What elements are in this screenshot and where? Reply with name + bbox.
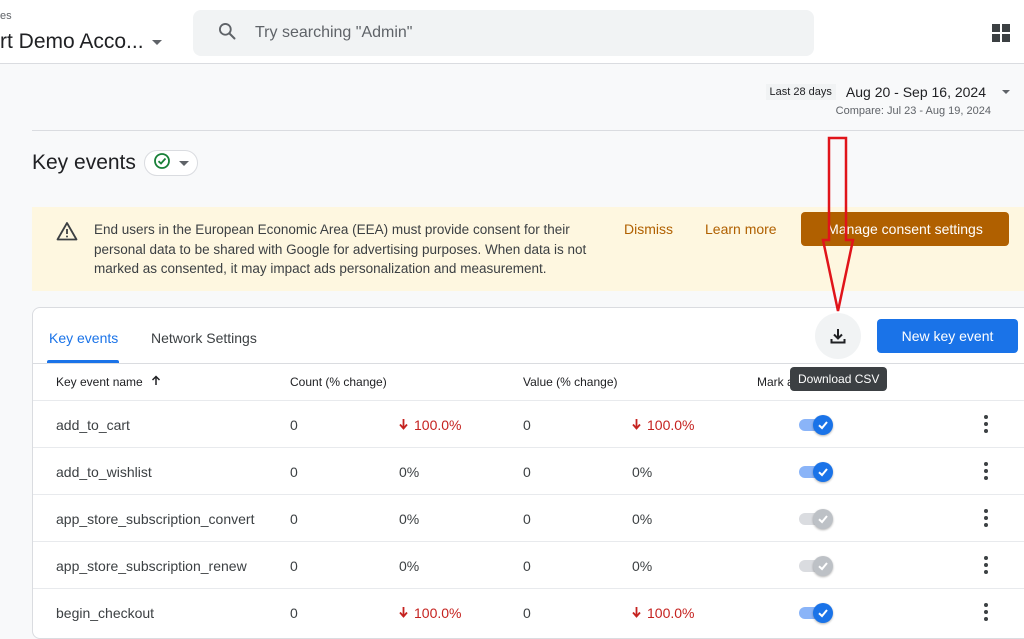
value-value: 0 <box>523 511 531 527</box>
event-name[interactable]: begin_checkout <box>56 605 154 621</box>
date-preset: Last 28 days <box>765 84 836 100</box>
compare-range: Compare: Jul 23 - Aug 19, 2024 <box>835 105 991 117</box>
count-value: 0 <box>290 511 298 527</box>
page-title: Key events <box>32 151 136 174</box>
count-change: 100.0% <box>399 417 461 433</box>
manage-consent-button[interactable]: Manage consent settings <box>801 212 1009 246</box>
check-icon <box>818 468 828 477</box>
count-value: 0 <box>290 558 298 574</box>
more-vert-icon[interactable] <box>983 556 989 574</box>
learn-more-button[interactable]: Learn more <box>705 221 777 237</box>
table-row[interactable]: add_to_cart 0 100.0% 0 100.0% <box>33 400 1024 448</box>
table-row[interactable]: app_store_subscription_convert 0 0% 0 0% <box>33 494 1024 542</box>
arrow-down-icon <box>632 605 641 621</box>
new-key-event-button[interactable]: New key event <box>877 319 1018 353</box>
count-change: 0% <box>399 511 419 527</box>
tab-network-settings[interactable]: Network Settings <box>151 330 257 346</box>
count-value: 0 <box>290 417 298 433</box>
value-change-text: 0% <box>632 511 653 527</box>
value-change-text: 0% <box>632 464 653 480</box>
count-value: 0 <box>290 464 298 480</box>
account-selector[interactable]: rt Demo Acco... <box>0 30 162 54</box>
account-name: rt Demo Acco... <box>0 30 144 53</box>
value-change-text: 100.0% <box>647 605 695 621</box>
count-change: 0% <box>399 464 419 480</box>
table-row[interactable]: begin_checkout 0 100.0% 0 100.0% <box>33 588 1024 636</box>
banner-text: End users in the European Economic Area … <box>94 222 587 276</box>
count-change-text: 0% <box>399 558 420 574</box>
count-change: 100.0% <box>399 605 461 621</box>
mark-as-key-event-toggle[interactable] <box>799 556 835 576</box>
search-input[interactable] <box>253 23 777 43</box>
count-change-text: 0% <box>399 511 420 527</box>
chevron-down-icon <box>1002 90 1010 94</box>
download-csv-tooltip: Download CSV <box>790 367 888 391</box>
more-vert-icon[interactable] <box>983 415 989 433</box>
check-icon <box>818 421 828 430</box>
arrow-up-icon <box>151 375 161 389</box>
mark-as-key-event-toggle[interactable] <box>799 603 835 623</box>
dismiss-button[interactable]: Dismiss <box>624 221 673 237</box>
value-change: 0% <box>632 511 652 527</box>
divider <box>33 363 1024 364</box>
count-change-text: 100.0% <box>414 605 462 621</box>
date-range-value: Aug 20 - Sep 16, 2024 <box>845 84 986 100</box>
status-dropdown[interactable] <box>143 150 198 176</box>
value-change: 100.0% <box>632 605 694 621</box>
download-csv-button[interactable] <box>815 313 861 359</box>
mark-as-key-event-toggle[interactable] <box>799 415 835 435</box>
mark-as-key-event-toggle[interactable] <box>799 462 835 482</box>
arrow-down-icon <box>399 605 408 621</box>
value-change-text: 0% <box>632 558 653 574</box>
more-vert-icon[interactable] <box>983 462 989 480</box>
table-row[interactable]: app_store_subscription_renew 0 0% 0 0% <box>33 541 1024 589</box>
arrow-down-icon <box>399 417 408 433</box>
property-label: es <box>0 10 12 22</box>
count-value: 0 <box>290 605 298 621</box>
event-name[interactable]: app_store_subscription_renew <box>56 558 247 574</box>
check-icon <box>818 609 828 618</box>
value-change: 0% <box>632 558 652 574</box>
check-icon <box>818 515 828 524</box>
event-name[interactable]: add_to_cart <box>56 417 130 433</box>
search-icon <box>217 21 237 46</box>
key-events-card: Key events Network Settings New key even… <box>32 307 1024 639</box>
event-name[interactable]: app_store_subscription_convert <box>56 511 254 527</box>
column-header-mark[interactable]: Mark a <box>757 375 794 389</box>
more-vert-icon[interactable] <box>983 509 989 527</box>
caret-down-icon <box>178 160 189 166</box>
value-change: 100.0% <box>632 417 694 433</box>
page-header: Key events <box>32 150 198 176</box>
value-change: 0% <box>632 464 652 480</box>
column-header-label: Key event name <box>56 375 143 389</box>
value-value: 0 <box>523 417 531 433</box>
column-header-count[interactable]: Count (% change) <box>290 375 387 389</box>
value-change-text: 100.0% <box>647 417 695 433</box>
download-icon <box>830 329 846 344</box>
search-bar[interactable] <box>193 10 814 56</box>
arrow-down-icon <box>632 417 641 433</box>
tab-key-events[interactable]: Key events <box>49 330 118 346</box>
date-range-selector[interactable]: Last 28 days Aug 20 - Sep 16, 2024 Compa… <box>765 84 1010 117</box>
mark-as-key-event-toggle[interactable] <box>799 509 835 529</box>
value-value: 0 <box>523 558 531 574</box>
apps-grid-icon[interactable] <box>992 24 1010 42</box>
value-value: 0 <box>523 605 531 621</box>
count-change-text: 100.0% <box>414 417 462 433</box>
event-name[interactable]: add_to_wishlist <box>56 464 152 480</box>
check-circle-icon <box>153 152 171 175</box>
value-value: 0 <box>523 464 531 480</box>
count-change-text: 0% <box>399 464 420 480</box>
column-header-name[interactable]: Key event name <box>56 375 161 389</box>
divider <box>32 130 1024 131</box>
top-bar: es rt Demo Acco... <box>0 0 1024 64</box>
table-row[interactable]: add_to_wishlist 0 0% 0 0% <box>33 447 1024 495</box>
consent-banner: End users in the European Economic Area … <box>32 207 1024 291</box>
caret-down-icon <box>151 39 162 45</box>
count-change: 0% <box>399 558 419 574</box>
check-icon <box>818 562 828 571</box>
warning-icon <box>56 221 78 246</box>
more-vert-icon[interactable] <box>983 603 989 621</box>
column-header-value[interactable]: Value (% change) <box>523 375 618 389</box>
